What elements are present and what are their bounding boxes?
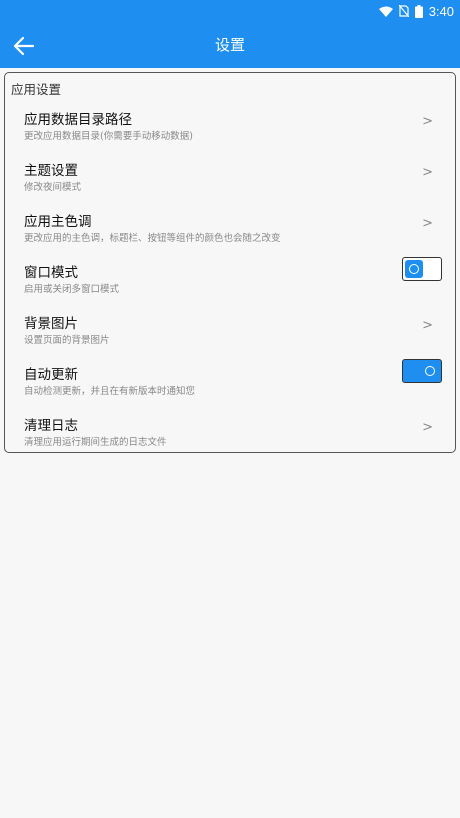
chevron-right-icon: > xyxy=(422,318,433,333)
settings-card: 应用设置 应用数据目录路径 更改应用数据目录(你需要手动移动数据) > 主题设置… xyxy=(4,72,456,453)
setting-primary-color[interactable]: 应用主色调 更改应用的主色调，标题栏、按钮等组件的颜色也会随之改变 > xyxy=(5,208,455,259)
setting-desc: 更改应用数据目录(你需要手动移动数据) xyxy=(24,131,193,142)
setting-desc: 修改夜间模式 xyxy=(24,182,82,193)
toggle-knob xyxy=(421,362,439,380)
setting-clear-logs[interactable]: 清理日志 清理应用运行期间生成的日志文件 > xyxy=(5,412,455,463)
setting-desc: 更改应用的主色调，标题栏、按钮等组件的颜色也会随之改变 xyxy=(24,233,281,244)
wifi-icon xyxy=(378,6,393,17)
setting-data-directory[interactable]: 应用数据目录路径 更改应用数据目录(你需要手动移动数据) > xyxy=(5,106,455,157)
setting-desc: 设置页面的背景图片 xyxy=(24,335,110,346)
setting-label: 清理日志 xyxy=(24,418,78,434)
setting-desc: 启用或关闭多窗口模式 xyxy=(24,284,120,295)
setting-label: 自动更新 xyxy=(24,367,78,383)
toggle-knob xyxy=(405,260,423,278)
setting-theme[interactable]: 主题设置 修改夜间模式 > xyxy=(5,157,455,208)
window-mode-toggle[interactable] xyxy=(402,257,442,281)
setting-background-image[interactable]: 背景图片 设置页面的背景图片 > xyxy=(5,310,455,361)
chevron-right-icon: > xyxy=(422,165,433,180)
setting-label: 窗口模式 xyxy=(24,265,78,281)
chevron-right-icon: > xyxy=(422,420,433,435)
section-title: 应用设置 xyxy=(11,82,62,97)
chevron-right-icon: > xyxy=(422,216,433,231)
setting-label: 应用主色调 xyxy=(24,214,92,230)
battery-icon xyxy=(414,4,423,18)
app-bar: 设置 xyxy=(0,22,460,68)
chevron-right-icon: > xyxy=(422,114,433,129)
setting-window-mode[interactable]: 窗口模式 启用或关闭多窗口模式 xyxy=(5,257,455,310)
setting-desc: 清理应用运行期间生成的日志文件 xyxy=(24,437,167,448)
setting-label: 主题设置 xyxy=(24,163,78,179)
setting-label: 应用数据目录路径 xyxy=(24,112,132,128)
setting-auto-update[interactable]: 自动更新 自动检测更新，并且在有新版本时通知您 xyxy=(5,359,455,412)
page-title: 设置 xyxy=(214,36,245,54)
status-bar: 3:40 xyxy=(0,0,460,22)
setting-desc: 自动检测更新，并且在有新版本时通知您 xyxy=(24,386,196,397)
setting-label: 背景图片 xyxy=(24,316,78,332)
status-time: 3:40 xyxy=(428,3,454,19)
auto-update-toggle[interactable] xyxy=(402,359,442,383)
no-sim-icon xyxy=(398,5,409,17)
